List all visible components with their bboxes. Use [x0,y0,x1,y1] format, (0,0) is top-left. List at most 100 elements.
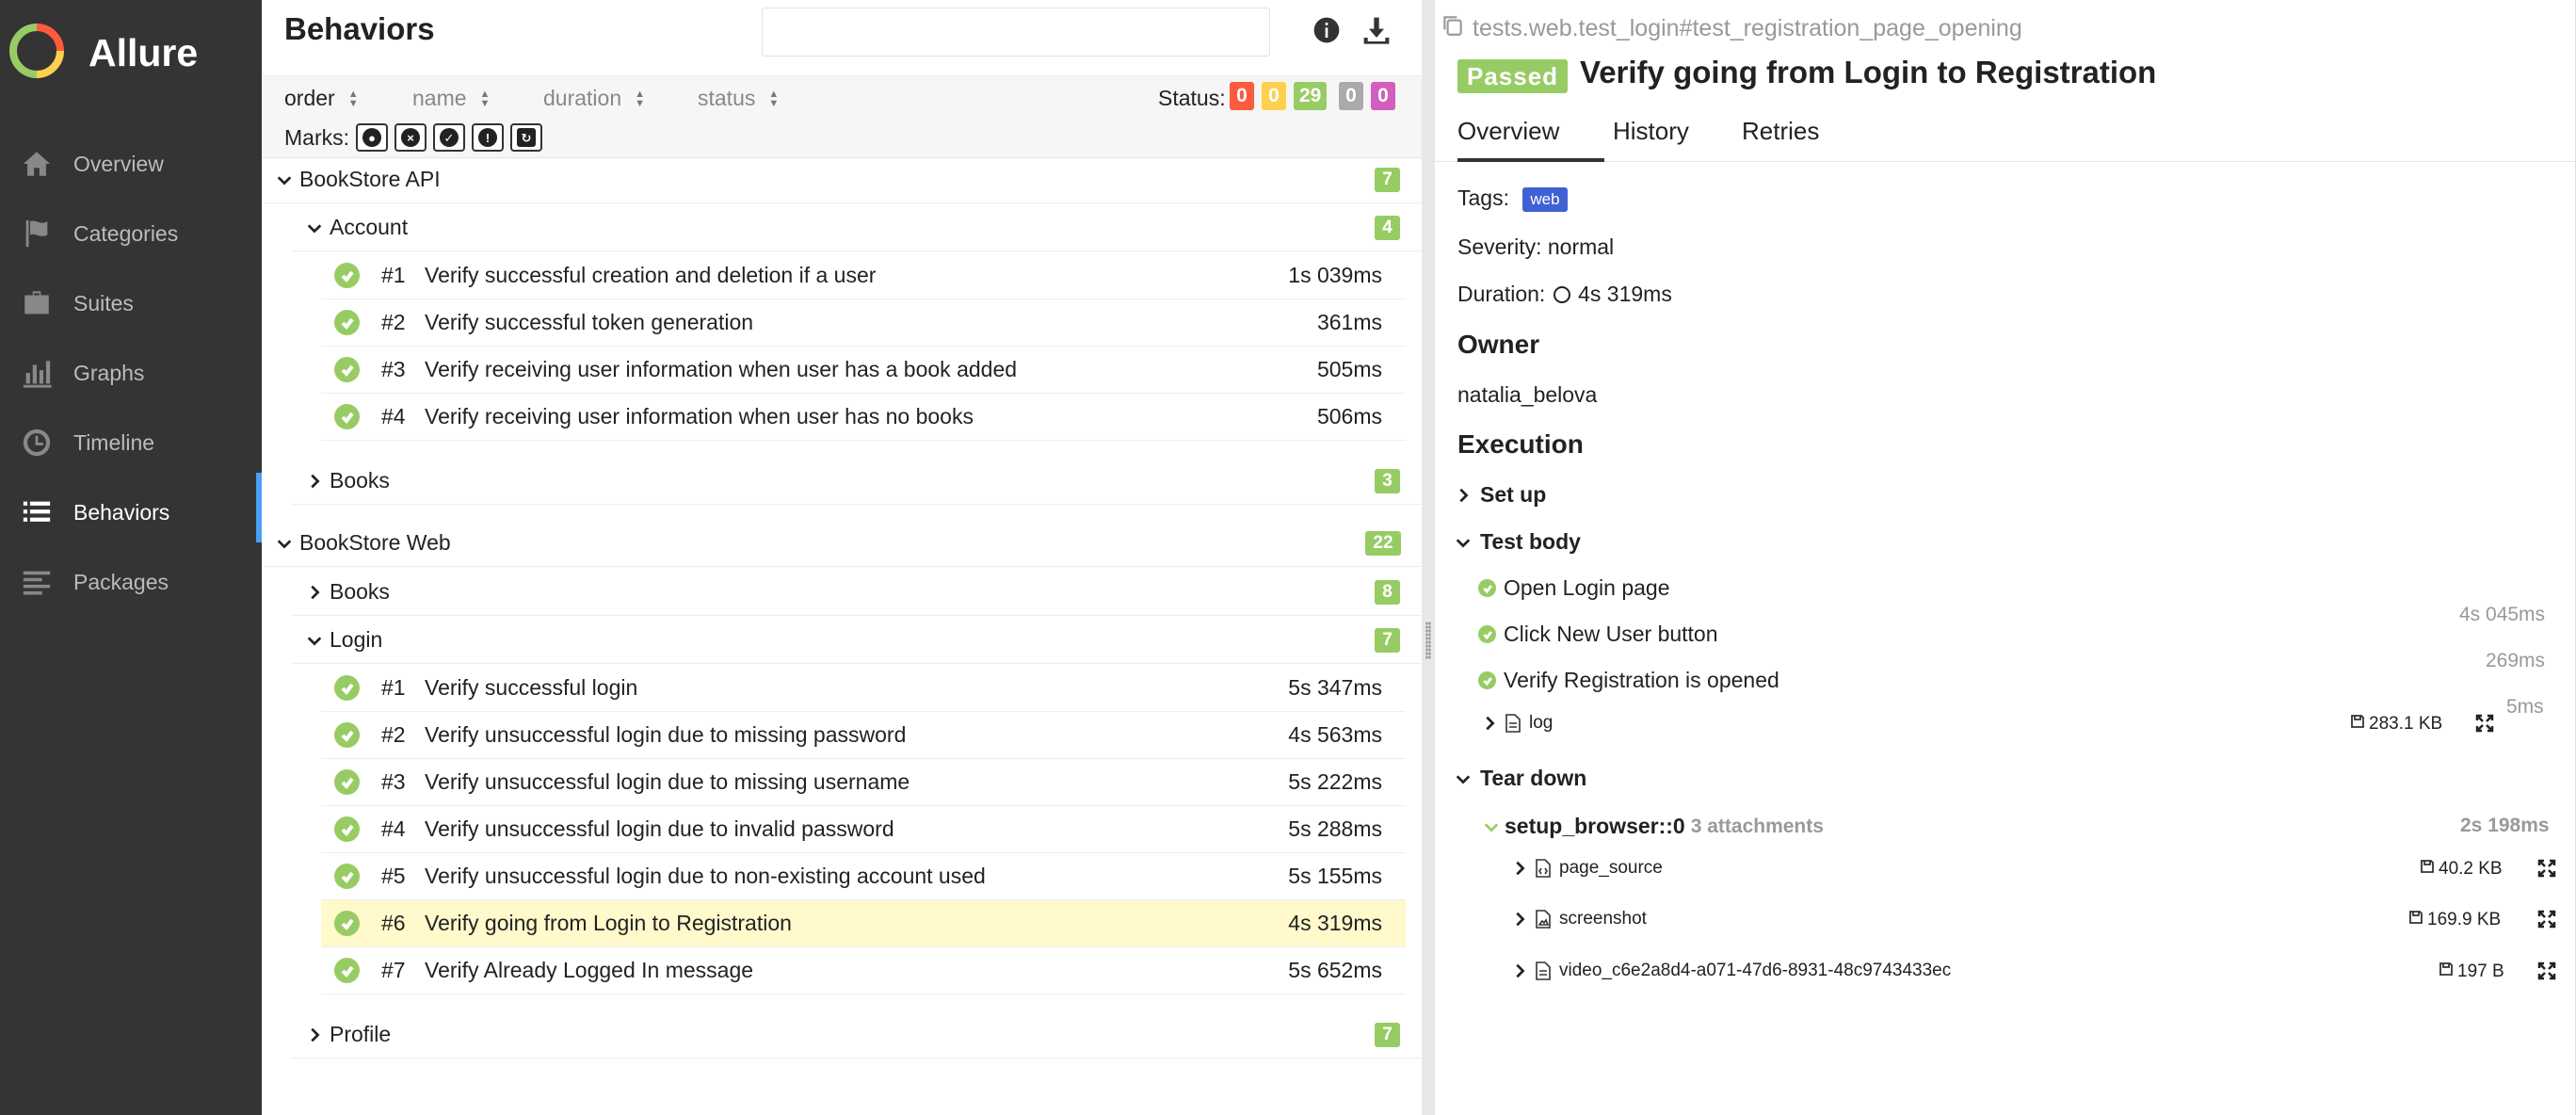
expand-icon [2536,859,2557,882]
step-row[interactable]: Click New User button [1478,622,1718,647]
tree-group-bookstore-web[interactable]: BookStore Web 22 [262,520,1422,567]
test-case-row[interactable]: #4 Verify unsuccessful login due to inva… [321,806,1406,853]
attachment-size: 169.9 KB [2408,910,2501,930]
case-name: Verify unsuccessful login due to invalid… [425,816,894,841]
case-number: #4 [381,404,406,428]
chevron-down-icon [275,170,294,189]
copy-icon[interactable] [1441,13,1473,44]
tree-group-login[interactable]: Login 7 [292,617,1422,664]
test-case-row[interactable]: #3 Verify receiving user information whe… [321,347,1406,394]
attachment-name: video_c6e2a8d4-a071-47d6-8931-48c9743433… [1559,961,1952,980]
section-label: Tear down [1480,766,1587,790]
brand[interactable]: Allure [9,23,198,81]
fullscreen-button[interactable] [2536,909,2557,929]
test-case-row[interactable]: #3 Verify unsuccessful login due to miss… [321,759,1406,806]
tree-group-books-api[interactable]: Books 3 [292,458,1422,505]
case-number: #3 [381,357,406,381]
test-case-row[interactable]: #7 Verify Already Logged In message 5s 6… [321,947,1406,994]
sort-order[interactable]: order ▲ ▼ [284,86,359,111]
tree-group-books-web[interactable]: Books 8 [292,569,1422,616]
attachment-row[interactable]: screenshot [1510,909,1647,929]
teardown-section-toggle[interactable]: Tear down [1454,766,1586,791]
file-icon [1505,714,1521,733]
retries-mark-toggle[interactable]: ↻ [510,123,542,152]
status-unknown-toggle[interactable]: 0 [1371,82,1395,110]
passed-status-icon [334,357,360,382]
fullscreen-button[interactable] [2474,713,2495,734]
case-name: Verify unsuccessful login due to missing… [425,722,907,747]
sidebar-item-timeline[interactable]: Timeline [0,414,262,471]
download-button[interactable] [1358,13,1395,51]
new-passed-mark-toggle[interactable]: ✓ [433,123,465,152]
chevron-down-icon [1454,769,1473,788]
fullscreen-button[interactable] [2536,961,2557,981]
case-duration: 5s 222ms [1288,769,1382,794]
expand-icon [2536,961,2557,985]
sidebar-item-suites[interactable]: Suites [0,275,262,331]
tab-overview[interactable]: Overview [1457,117,1604,162]
info-button[interactable] [1308,13,1345,51]
sidebar-item-behaviors[interactable]: Behaviors [0,473,262,542]
test-case-row-selected[interactable]: #6 Verify going from Login to Registrati… [321,900,1406,947]
sidebar-item-overview[interactable]: Overview [0,136,262,192]
case-duration: 5s 155ms [1288,864,1382,888]
tree-group-profile[interactable]: Profile 7 [292,1011,1422,1058]
tab-retries[interactable]: Retries [1742,117,1819,162]
attachment-name: screenshot [1559,909,1647,929]
sort-label: duration [543,86,622,110]
status-skipped-toggle[interactable]: 0 [1339,82,1363,110]
test-case-row[interactable]: #1 Verify successful login 5s 347ms [321,665,1406,712]
sort-duration[interactable]: duration ▲ ▼ [543,86,645,111]
group-count-badge: 7 [1375,627,1400,653]
case-number: #6 [381,911,406,935]
chevron-right-icon [1510,910,1529,929]
tree-group-account[interactable]: Account 4 [292,204,1422,251]
status-failed-toggle[interactable]: 0 [1230,82,1254,110]
tab-history[interactable]: History [1613,117,1689,162]
step-duration: 269ms [2486,650,2546,671]
sidebar-item-label: Overview [73,151,164,176]
test-case-row[interactable]: #5 Verify unsuccessful login due to non-… [321,853,1406,900]
setup-section-toggle[interactable]: Set up [1454,482,1546,508]
test-case-row[interactable]: #1 Verify successful creation and deleti… [321,252,1406,299]
test-body-section-toggle[interactable]: Test body [1454,529,1581,555]
tree-group-bookstore-api[interactable]: BookStore API 7 [262,156,1422,203]
sort-name[interactable]: name ▲ ▼ [412,86,490,111]
sort-status[interactable]: status ▲ ▼ [698,86,779,111]
tag-badge: web [1522,186,1568,212]
step-row[interactable]: Open Login page [1478,575,1670,601]
status-passed-toggle[interactable]: 29 [1294,82,1328,110]
passed-status-icon [334,769,360,795]
fullscreen-button[interactable] [2536,858,2557,879]
attachment-row[interactable]: page_source [1510,858,1663,879]
image-file-icon [1535,910,1552,929]
case-name: Verify unsuccessful login due to non-exi… [425,864,986,888]
search-input[interactable] [762,8,1270,57]
case-name: Verify successful token generation [425,310,754,334]
test-path[interactable]: tests.web.test_login#test_registration_p… [1441,13,2022,44]
test-case-row[interactable]: #2 Verify unsuccessful login due to miss… [321,712,1406,759]
pane-splitter[interactable] [1422,0,1435,1115]
step-row[interactable]: Verify Registration is opened [1478,668,1779,693]
test-case-row[interactable]: #2 Verify successful token generation 36… [321,299,1406,347]
sidebar-item-categories[interactable]: Categories [0,205,262,262]
fixture-row[interactable]: setup_browser::0 3 attachments [1482,814,1824,839]
case-number: #7 [381,958,406,982]
test-case-row[interactable]: #4 Verify receiving user information whe… [321,394,1406,441]
new-broken-mark-toggle[interactable]: ! [472,123,504,152]
group-count-badge: 7 [1375,167,1400,192]
sidebar-item-graphs[interactable]: Graphs [0,345,262,401]
attachment-row[interactable]: video_c6e2a8d4-a071-47d6-8931-48c9743433… [1510,961,1951,981]
case-number: #2 [381,310,406,334]
status-badge: Passed [1457,59,1569,93]
sidebar-item-packages[interactable]: Packages [0,554,262,610]
bomb-icon: ● [362,128,381,147]
flaky-mark-toggle[interactable]: ● [356,123,388,152]
new-failed-mark-toggle[interactable]: × [394,123,427,152]
sidebar-item-label: Suites [73,290,134,315]
status-broken-toggle[interactable]: 0 [1262,82,1286,110]
times-circle-icon: × [401,128,420,147]
attachment-row[interactable]: log [1480,713,1553,734]
section-label: Test body [1480,529,1581,554]
severity-text: Severity: normal [1457,234,1615,259]
